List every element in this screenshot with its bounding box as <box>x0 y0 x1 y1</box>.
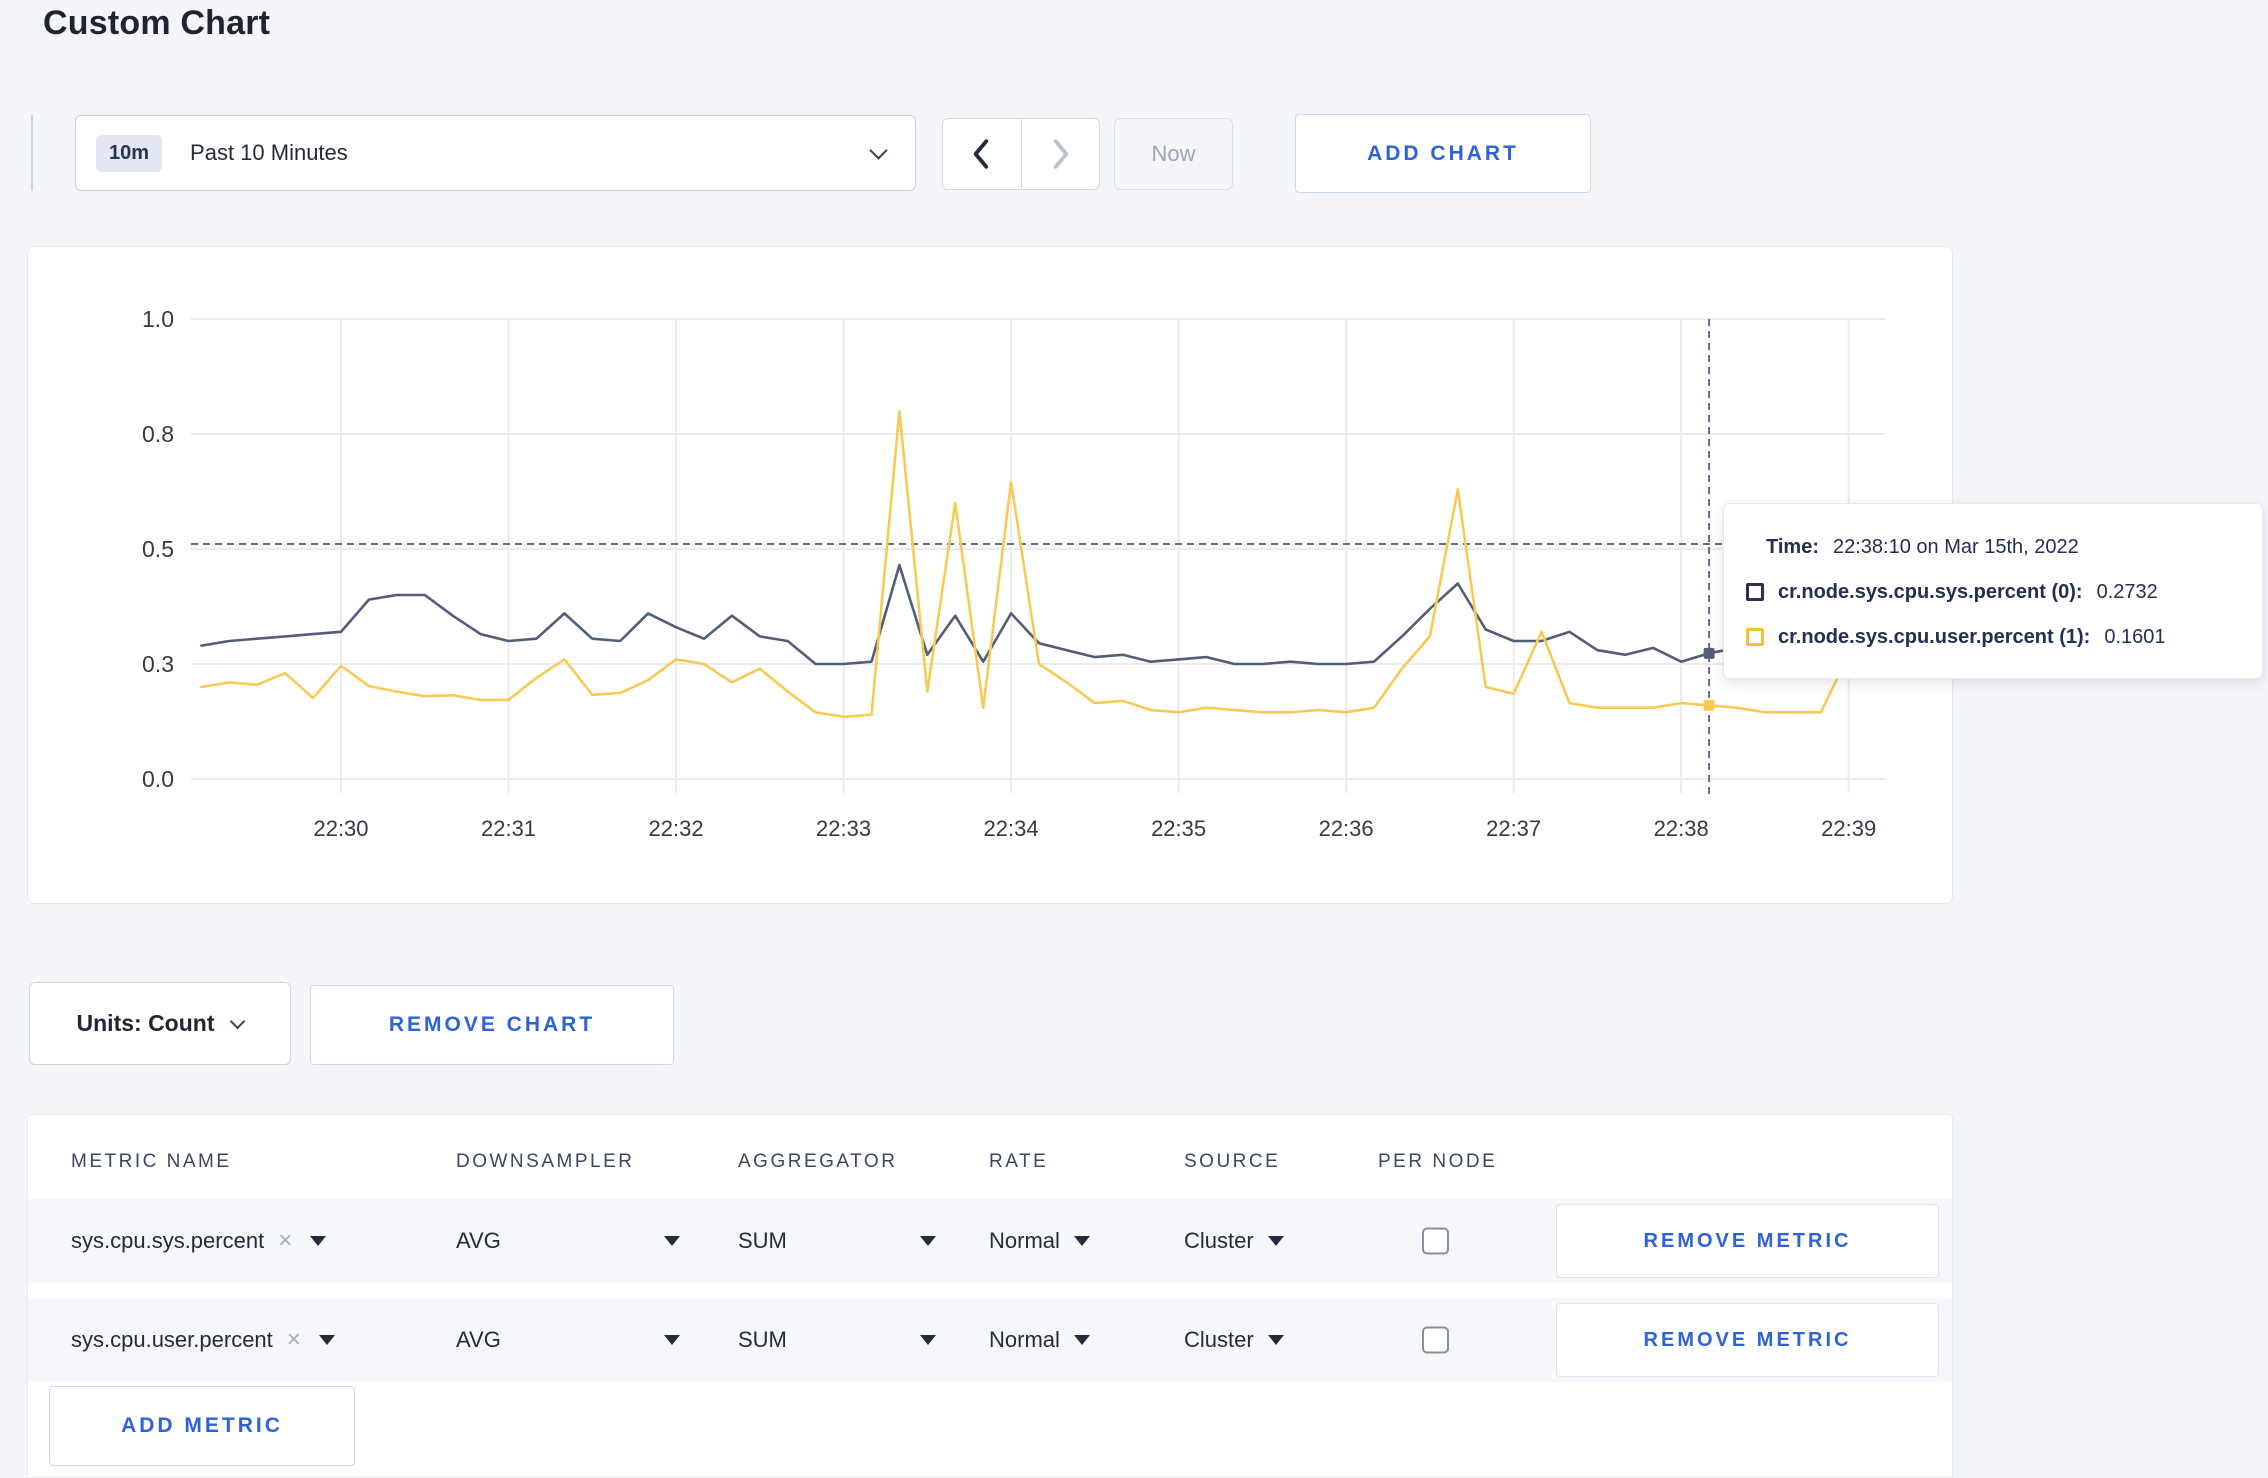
units-dropdown[interactable]: Units: Count <box>29 982 291 1065</box>
time-forward-button[interactable] <box>1020 119 1100 189</box>
caret-down-icon <box>920 1236 936 1246</box>
series-legend-square-icon <box>1746 628 1764 646</box>
metric-row: sys.cpu.sys.percent × AVG SUM Normal Cluster R… <box>28 1199 1952 1283</box>
caret-down-icon <box>1267 1236 1284 1246</box>
x-axis-tick-label: 22:38 <box>1654 816 1709 841</box>
aggregator-select[interactable]: SUM <box>738 1327 936 1353</box>
tooltip-series-value: 0.2732 <box>2096 580 2158 603</box>
line-chart[interactable]: 22:30 22:31 22:32 22:33 22:34 22:35 22:36 22:37… <box>28 247 1954 905</box>
hover-marker-1 <box>1703 699 1715 711</box>
caret-down-icon <box>664 1236 680 1246</box>
metric-name-value: sys.cpu.sys.percent <box>71 1228 265 1253</box>
custom-chart-page: Custom Chart 10m Past 10 Minutes Now ADD… <box>0 0 2268 1478</box>
column-header-aggregator: AGGREGATOR <box>738 1151 898 1172</box>
metric-name-select[interactable]: sys.cpu.sys.percent × <box>71 1228 327 1254</box>
caret-down-icon <box>318 1335 335 1345</box>
downsampler-value: AVG <box>456 1327 501 1352</box>
source-value: Cluster <box>1184 1228 1254 1253</box>
tooltip-series-label: cr.node.sys.cpu.user.percent (1): <box>1778 625 2091 648</box>
tooltip-time-label: Time: <box>1766 535 1819 558</box>
time-nav-group <box>942 118 1100 190</box>
per-node-checkbox[interactable] <box>1422 1227 1449 1255</box>
remove-metric-button[interactable]: REMOVE METRIC <box>1556 1303 1939 1377</box>
column-header-downsampler: DOWNSAMPLER <box>456 1151 635 1172</box>
y-axis-tick-label: 1.0 <box>142 306 174 332</box>
downsampler-select[interactable]: AVG <box>456 1228 680 1254</box>
aggregator-select[interactable]: SUM <box>738 1228 936 1254</box>
tooltip-time-row: Time: 22:38:10 on Mar 15th, 2022 <box>1724 534 2262 560</box>
toolbar-divider <box>31 115 33 191</box>
column-header-metric-name: METRIC NAME <box>71 1151 232 1172</box>
x-axis-tick-label: 22:31 <box>481 816 536 841</box>
downsampler-value: AVG <box>456 1228 501 1253</box>
caret-down-icon <box>664 1335 680 1345</box>
caret-down-icon <box>1267 1335 1284 1345</box>
rate-select[interactable]: Normal <box>989 1327 1090 1353</box>
add-metric-button[interactable]: ADD METRIC <box>49 1386 355 1466</box>
aggregator-value: SUM <box>738 1327 787 1352</box>
chevron-down-icon <box>869 140 888 160</box>
series-line-0 <box>200 563 1878 666</box>
source-select[interactable]: Cluster <box>1184 1327 1284 1353</box>
tooltip-series-value: 0.1601 <box>2104 625 2166 648</box>
tooltip-series-row: cr.node.sys.cpu.user.percent (1): 0.1601 <box>1724 624 2262 650</box>
caret-down-icon <box>310 1236 327 1246</box>
caret-down-icon <box>1073 1335 1090 1345</box>
time-back-button[interactable] <box>943 119 1021 189</box>
units-label: Units: Count <box>76 1010 215 1036</box>
x-axis-tick-label: 22:34 <box>984 816 1039 841</box>
caret-down-icon <box>1073 1236 1090 1246</box>
x-axis-tick-label: 22:35 <box>1151 816 1206 841</box>
y-axis-tick-label: 0.3 <box>142 651 174 677</box>
caret-down-icon <box>920 1335 936 1345</box>
y-axis-tick-label: 0.8 <box>142 421 174 447</box>
series-line-1 <box>200 409 1878 719</box>
aggregator-value: SUM <box>738 1228 787 1253</box>
x-axis-tick-label: 22:37 <box>1486 816 1541 841</box>
column-header-source: SOURCE <box>1184 1151 1281 1172</box>
add-chart-button[interactable]: ADD CHART <box>1295 114 1591 193</box>
clear-icon[interactable]: × <box>287 1328 301 1352</box>
chart-tooltip: Time: 22:38:10 on Mar 15th, 2022 cr.node… <box>1723 503 2263 679</box>
time-window-badge: 10m <box>96 134 163 172</box>
remove-metric-button[interactable]: REMOVE METRIC <box>1556 1204 1939 1278</box>
rate-value: Normal <box>989 1228 1060 1253</box>
now-button[interactable]: Now <box>1114 118 1233 190</box>
per-node-checkbox[interactable] <box>1422 1326 1449 1354</box>
remove-chart-button[interactable]: REMOVE CHART <box>310 985 674 1065</box>
clear-icon[interactable]: × <box>278 1229 292 1253</box>
tooltip-time-value: 22:38:10 on Mar 15th, 2022 <box>1832 535 2079 558</box>
hover-marker-0 <box>1703 647 1715 659</box>
source-value: Cluster <box>1184 1327 1254 1352</box>
x-axis-tick-label: 22:32 <box>649 816 704 841</box>
metric-name-select[interactable]: sys.cpu.user.percent × <box>71 1327 335 1353</box>
metrics-table: METRIC NAME DOWNSAMPLER AGGREGATOR RATE SOUR… <box>27 1114 1953 1478</box>
series-legend-square-icon <box>1746 583 1764 601</box>
time-window-dropdown[interactable]: 10m Past 10 Minutes <box>75 115 916 191</box>
metric-name-value: sys.cpu.user.percent <box>71 1327 273 1352</box>
chevron-left-icon <box>973 139 988 169</box>
rate-select[interactable]: Normal <box>989 1228 1090 1254</box>
page-title: Custom Chart <box>43 4 271 42</box>
chevron-down-icon <box>230 1013 246 1030</box>
y-axis-tick-label: 0.5 <box>142 536 174 562</box>
downsampler-select[interactable]: AVG <box>456 1327 680 1353</box>
column-header-rate: RATE <box>989 1151 1049 1172</box>
tooltip-series-row: cr.node.sys.cpu.sys.percent (0): 0.2732 <box>1724 579 2262 605</box>
source-select[interactable]: Cluster <box>1184 1228 1284 1254</box>
y-axis-tick-label: 0.0 <box>142 766 174 792</box>
tooltip-series-label: cr.node.sys.cpu.sys.percent (0): <box>1778 580 2083 603</box>
x-axis-tick-label: 22:30 <box>313 816 368 841</box>
chart-card: 22:30 22:31 22:32 22:33 22:34 22:35 22:36 22:37… <box>27 246 2263 905</box>
time-window-label: Past 10 Minutes <box>190 140 348 165</box>
x-axis-tick-label: 22:36 <box>1319 816 1374 841</box>
rate-value: Normal <box>989 1327 1060 1352</box>
chevron-right-icon <box>1054 139 1069 169</box>
column-header-per-node: PER NODE <box>1378 1151 1498 1172</box>
metric-row: sys.cpu.user.percent × AVG SUM Normal Cluster… <box>28 1298 1952 1382</box>
x-axis-tick-label: 22:33 <box>816 816 871 841</box>
x-axis-tick-label: 22:39 <box>1821 816 1876 841</box>
